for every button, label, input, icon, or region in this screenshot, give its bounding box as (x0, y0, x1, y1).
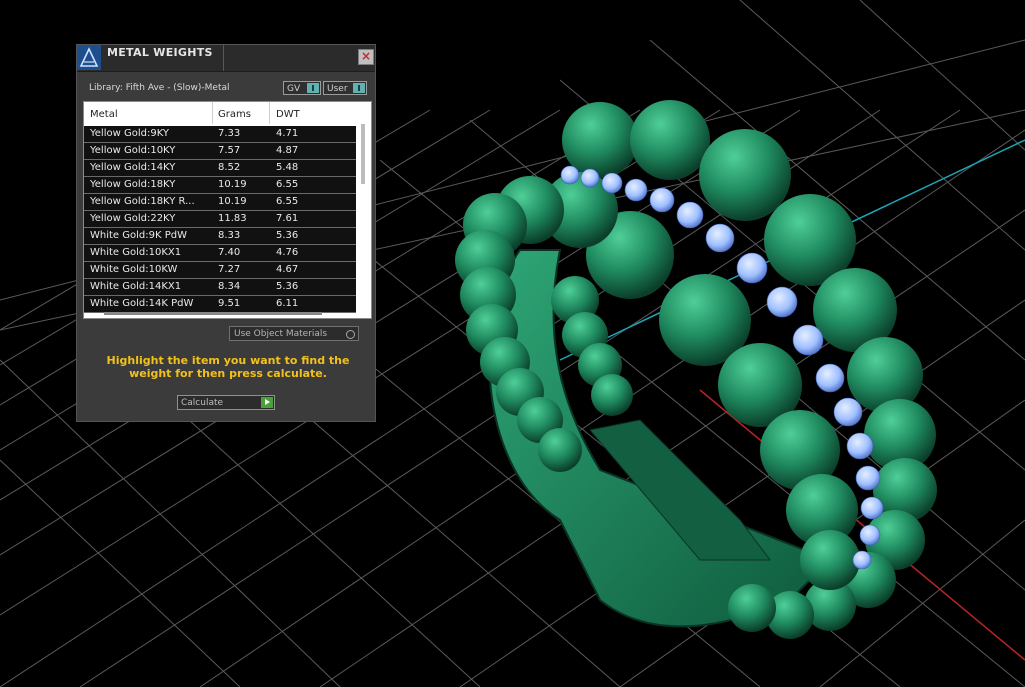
table-row[interactable]: Yellow Gold:14KY 8.52 5.48 (84, 160, 356, 177)
cell-dwt: 6.55 (276, 179, 299, 190)
cell-grams: 11.83 (218, 213, 247, 224)
use-object-materials-dropdown[interactable]: Use Object Materials (229, 326, 359, 341)
vertical-scrollbar[interactable] (361, 124, 365, 184)
cell-grams: 7.33 (218, 128, 241, 139)
cell-grams: 9.51 (218, 298, 241, 309)
title-tab-divider (223, 45, 224, 71)
column-divider (269, 102, 270, 124)
table-row[interactable]: Yellow Gold:22KY 11.83 7.61 (84, 211, 356, 228)
column-divider (212, 102, 213, 124)
cell-dwt: 4.76 (276, 247, 299, 258)
app-logo-icon (77, 45, 101, 70)
cell-metal: White Gold:14KX1 (90, 281, 182, 292)
cell-metal: Yellow Gold:10KY (90, 145, 176, 156)
cell-grams: 7.27 (218, 264, 241, 275)
table-row[interactable]: White Gold:14KX1 8.34 5.36 (84, 279, 356, 296)
play-arrow-icon (261, 397, 273, 408)
header-dwt[interactable]: DWT (276, 109, 300, 120)
radio-dot-icon (346, 330, 355, 339)
cell-metal: Yellow Gold:18KY R... (90, 196, 195, 207)
user-toggle-label: User (327, 84, 348, 94)
gv-toggle-label: GV (287, 84, 301, 94)
cell-grams: 10.19 (218, 179, 247, 190)
panel-title: METAL WEIGHTS (107, 46, 213, 59)
metal-table[interactable]: Metal Grams DWT Yellow Gold:9KY 7.33 4.71 … (83, 101, 372, 319)
cell-grams: 8.52 (218, 162, 241, 173)
panel-titlebar[interactable]: METAL WEIGHTS × (77, 45, 375, 72)
cell-dwt: 5.48 (276, 162, 299, 173)
horizontal-scrollbar[interactable] (104, 312, 322, 315)
cell-dwt: 4.71 (276, 128, 299, 139)
cell-metal: Yellow Gold:9KY (90, 128, 169, 139)
cell-metal: Yellow Gold:14KY (90, 162, 176, 173)
table-row[interactable]: Yellow Gold:10KY 7.57 4.87 (84, 143, 356, 160)
table-row[interactable]: Yellow Gold:9KY 7.33 4.71 (84, 126, 356, 143)
user-toggle-knob-icon (353, 83, 365, 93)
cell-dwt: 5.36 (276, 281, 299, 292)
table-row[interactable]: White Gold:10KX1 7.40 4.76 (84, 245, 356, 262)
cell-dwt: 6.55 (276, 196, 299, 207)
use-object-materials-label: Use Object Materials (234, 329, 328, 339)
table-row[interactable]: Yellow Gold:18KY R... 10.19 6.55 (84, 194, 356, 211)
cell-dwt: 5.36 (276, 230, 299, 241)
cell-grams: 7.57 (218, 145, 241, 156)
cell-grams: 8.34 (218, 281, 241, 292)
cell-grams: 7.40 (218, 247, 241, 258)
cell-metal: White Gold:10KX1 (90, 247, 182, 258)
library-label: Library: Fifth Ave - (Slow)-Metal (89, 83, 230, 93)
cell-dwt: 4.87 (276, 145, 299, 156)
table-row[interactable]: White Gold:10KW 7.27 4.67 (84, 262, 356, 279)
cell-grams: 10.19 (218, 196, 247, 207)
calculate-button[interactable]: Calculate (177, 395, 275, 410)
table-row[interactable]: Yellow Gold:18KY 10.19 6.55 (84, 177, 356, 194)
user-toggle[interactable]: User (323, 81, 367, 95)
gv-toggle-knob-icon (307, 83, 319, 93)
cell-dwt: 7.61 (276, 213, 299, 224)
cell-metal: Yellow Gold:22KY (90, 213, 176, 224)
cell-metal: White Gold:10KW (90, 264, 178, 275)
cell-metal: White Gold:9K PdW (90, 230, 187, 241)
instruction-text: Highlight the item you want to find the … (106, 354, 350, 380)
header-metal[interactable]: Metal (90, 109, 118, 120)
close-button[interactable]: × (358, 49, 374, 65)
cell-dwt: 4.67 (276, 264, 299, 275)
metal-weights-panel: METAL WEIGHTS × Library: Fifth Ave - (Sl… (76, 44, 376, 422)
table-row[interactable]: White Gold:9K PdW 8.33 5.36 (84, 228, 356, 245)
table-rows: Yellow Gold:9KY 7.33 4.71 Yellow Gold:10KY… (84, 126, 356, 313)
cell-metal: Yellow Gold:18KY (90, 179, 176, 190)
gv-toggle[interactable]: GV (283, 81, 321, 95)
table-header: Metal Grams DWT (84, 102, 356, 124)
header-grams[interactable]: Grams (218, 109, 251, 120)
cell-dwt: 6.11 (276, 298, 299, 309)
cell-metal: White Gold:14K PdW (90, 298, 194, 309)
calculate-label: Calculate (181, 398, 224, 408)
table-row[interactable]: White Gold:14K PdW 9.51 6.11 (84, 296, 356, 313)
cell-grams: 8.33 (218, 230, 241, 241)
